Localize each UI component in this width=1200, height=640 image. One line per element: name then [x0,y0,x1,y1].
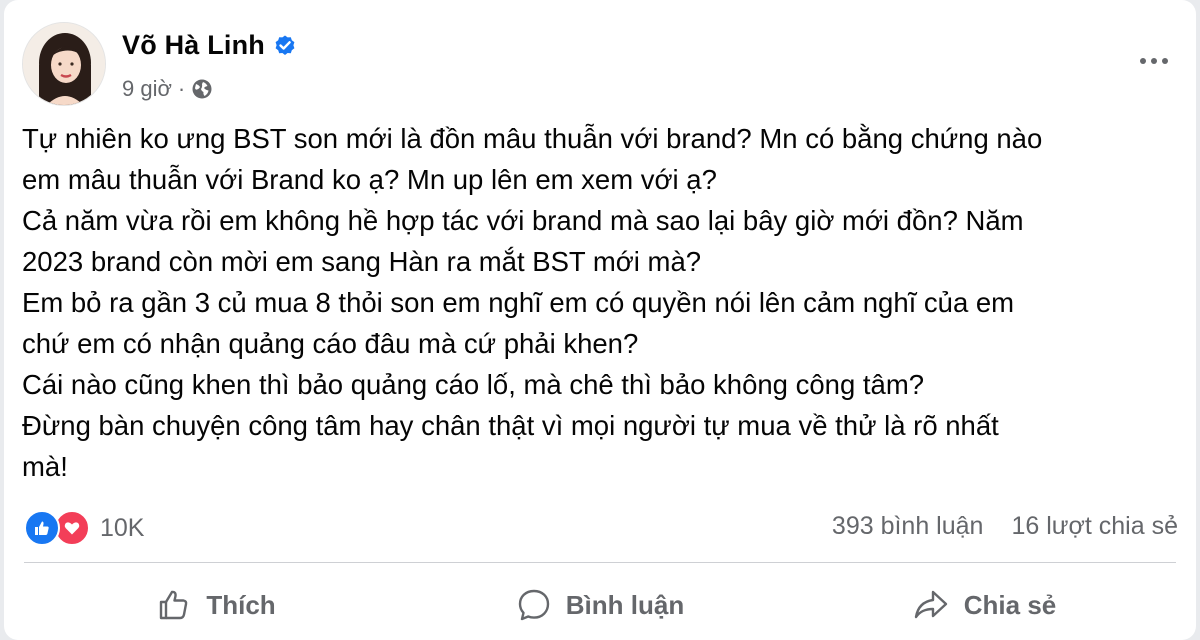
reaction-count[interactable]: 10K [100,514,144,543]
share-button[interactable]: Chia sẻ [792,570,1176,640]
post-text-line: Tự nhiên ko ưng BST son mới là đồn mâu t… [22,123,1043,154]
share-label: Chia sẻ [963,589,1057,620]
post-text-line: Em bỏ ra gần 3 củ mua 8 thỏi son em nghĩ… [22,287,1015,318]
share-arrow-icon [912,587,950,623]
share-count[interactable]: 16 lượt chia sẻ [1011,512,1178,541]
post-text-line: Cái nào cũng khen thì bảo quảng cáo lố, … [22,369,925,400]
post-card: Võ Hà Linh 9 giờ · Tự nhiên ko ưng BST s… [4,0,1196,640]
comment-label: Bình luận [565,589,685,620]
engagement-counts: 393 bình luận 16 lượt chia sẻ [832,512,1178,541]
comment-bubble-icon [516,587,552,623]
post-time[interactable]: 9 giờ [122,76,172,102]
globe-icon[interactable] [191,78,213,100]
more-options-icon[interactable] [1132,46,1176,76]
verified-badge-icon [273,34,297,58]
post-stats: 10K 393 bình luận 16 lượt chia sẻ [24,508,1178,550]
post-text-line: chứ em có nhận quảng cáo đâu mà cứ phải … [22,328,639,359]
reactions-summary[interactable]: 10K [24,510,144,546]
author-name-row: Võ Hà Linh [122,30,297,61]
author-avatar[interactable] [22,22,106,106]
like-reaction-icon [24,510,60,546]
post-text-line: Đừng bàn chuyện công tâm hay chân thật v… [22,410,999,441]
actions-divider [24,562,1176,563]
post-text: Tự nhiên ko ưng BST son mới là đồn mâu t… [22,118,1172,487]
post-text-line: 2023 brand còn mời em sang Hàn ra mắt BS… [22,246,702,277]
like-button[interactable]: Thích [24,570,408,640]
like-label: Thích [206,589,276,620]
post-header: Võ Hà Linh 9 giờ · [22,22,1176,108]
author-name[interactable]: Võ Hà Linh [122,30,265,61]
meta-separator: · [177,76,186,101]
post-meta: 9 giờ · [122,76,213,102]
comment-button[interactable]: Bình luận [408,570,792,640]
thumbs-up-icon [156,587,192,623]
post-text-line: Cả năm vừa rồi em không hề hợp tác với b… [22,205,1024,236]
comment-count[interactable]: 393 bình luận [832,512,984,541]
post-actions: Thích Bình luận Chia sẻ [24,570,1176,640]
post-text-line: em mâu thuẫn với Brand ko ạ? Mn up lên e… [22,164,717,195]
post-text-line: mà! [22,451,68,482]
